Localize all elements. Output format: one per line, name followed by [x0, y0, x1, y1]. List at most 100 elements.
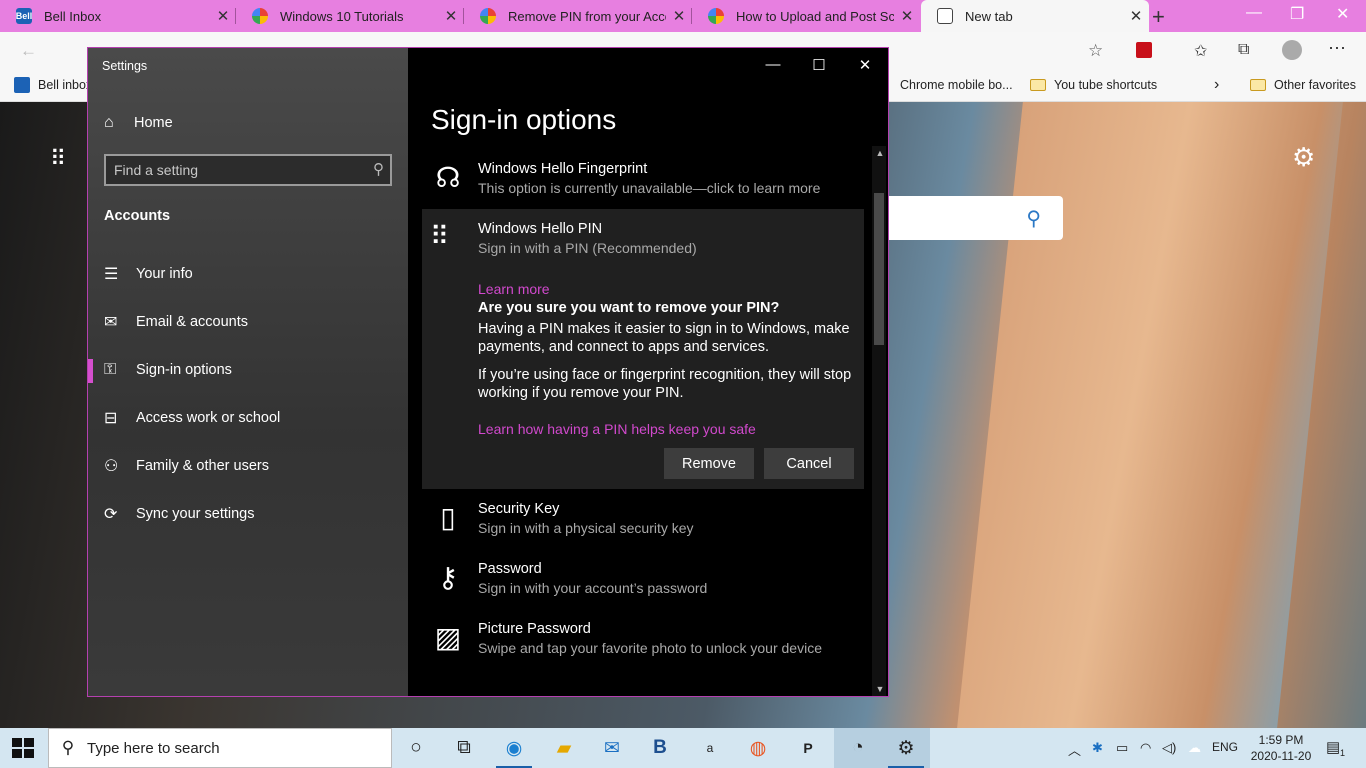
- settings-app-icon[interactable]: ⚙: [882, 728, 930, 768]
- key-icon: ⚷: [437, 562, 459, 593]
- home-icon: ⌂: [104, 114, 114, 131]
- close-icon[interactable]: ✕: [850, 56, 880, 74]
- page-title: Sign-in options: [431, 104, 617, 135]
- apps-grid-icon[interactable]: ⠿: [50, 146, 66, 172]
- nav-item-access-work-school[interactable]: ⊟ Access work or school: [88, 398, 408, 438]
- wifi-icon[interactable]: ◠: [1140, 740, 1151, 756]
- taskbar-search-box[interactable]: ⚲ Type here to search: [48, 728, 392, 768]
- tab-new-tab[interactable]: New tab ✕: [921, 0, 1149, 32]
- nav-item-email-accounts[interactable]: ✉ Email & accounts: [88, 302, 408, 342]
- bell-icon: [14, 77, 30, 93]
- option-name: Windows Hello Fingerprint: [478, 161, 648, 177]
- collections-icon[interactable]: ⧉: [1238, 41, 1249, 59]
- mail-icon: ✉: [104, 314, 118, 331]
- edge-browser-icon[interactable]: ◉: [490, 728, 538, 768]
- settings-sidebar: Settings ⌂ Home ⚲ Accounts ☰ Your info ✉…: [88, 48, 408, 696]
- option-name: Picture Password: [478, 621, 591, 637]
- volume-icon[interactable]: ◁): [1162, 740, 1176, 756]
- tab-label: New tab: [965, 8, 1013, 24]
- speedtest-icon[interactable]: ◔: [834, 728, 882, 768]
- chevron-right-icon[interactable]: ›: [1214, 70, 1219, 100]
- bell-icon: Bell: [16, 8, 32, 24]
- clock-date: 2020-11-20: [1250, 749, 1312, 763]
- gear-icon[interactable]: ⚙: [1292, 142, 1315, 173]
- favorites-icon[interactable]: ✩: [1194, 41, 1207, 61]
- app-p-icon[interactable]: P: [784, 728, 832, 768]
- fav-chrome-mobile[interactable]: Chrome mobile bo...: [900, 70, 1013, 100]
- pin-safety-link[interactable]: Learn how having a PIN helps keep you sa…: [478, 421, 756, 437]
- tab-windows10-tutorials[interactable]: Windows 10 Tutorials ✕: [236, 0, 464, 32]
- search-icon: ⚲: [1026, 208, 1041, 230]
- back-icon[interactable]: ←: [20, 41, 37, 61]
- battery-icon[interactable]: ▭: [1116, 740, 1128, 756]
- pin-info-text: Having a PIN makes it easier to sign in …: [478, 321, 850, 355]
- taskbar: ⚲ Type here to search ○ ⧉ ◉ ▰ ✉ B a ◍ P …: [0, 728, 1366, 768]
- task-view-icon[interactable]: ⧉: [440, 728, 488, 768]
- close-icon[interactable]: ✕: [1123, 7, 1149, 25]
- close-icon[interactable]: ✕: [210, 7, 236, 25]
- minimize-icon[interactable]: —: [758, 56, 788, 73]
- fav-youtube-shortcuts[interactable]: You tube shortcuts: [1030, 70, 1157, 100]
- option-pin-expanded: ⠿ Windows Hello PIN Sign in with a PIN (…: [422, 209, 864, 489]
- bluetooth-icon[interactable]: ✱: [1092, 740, 1103, 756]
- restore-icon[interactable]: ❐: [1290, 4, 1304, 24]
- option-security-key[interactable]: ▯ Security Key Sign in with a physical s…: [422, 501, 864, 545]
- pdf-extension-icon[interactable]: [1136, 42, 1152, 58]
- option-name: Password: [478, 561, 542, 577]
- flower-icon: [708, 8, 724, 24]
- nav-item-your-info[interactable]: ☰ Your info: [88, 254, 408, 294]
- windows-start-icon[interactable]: [12, 738, 34, 758]
- tab-remove-pin[interactable]: Remove PIN from your Account ✕: [464, 0, 692, 32]
- person-card-icon: ☰: [104, 266, 119, 283]
- close-icon[interactable]: ✕: [894, 7, 920, 25]
- star-icon[interactable]: ☆: [1088, 41, 1103, 61]
- profile-avatar[interactable]: [1282, 40, 1302, 60]
- remove-button[interactable]: Remove: [664, 448, 754, 479]
- minimize-icon[interactable]: —: [1246, 4, 1262, 22]
- new-tab-plus-icon[interactable]: +: [1152, 4, 1165, 30]
- home-link[interactable]: ⌂ Home: [104, 112, 173, 134]
- nav-item-sync-settings[interactable]: ⟳ Sync your settings: [88, 494, 408, 534]
- onedrive-icon[interactable]: ☁: [1188, 740, 1201, 756]
- fav-label: Chrome mobile bo...: [900, 78, 1013, 92]
- tab-upload-screenshots[interactable]: How to Upload and Post Screenshots ✕: [692, 0, 920, 32]
- scroll-down-icon[interactable]: ▼: [874, 684, 886, 694]
- close-window-icon[interactable]: ✕: [1336, 4, 1349, 24]
- new-tab-search-box[interactable]: ⚲: [880, 196, 1063, 240]
- more-icon[interactable]: ⋯: [1328, 38, 1346, 59]
- scroll-up-icon[interactable]: ▲: [874, 148, 886, 158]
- cancel-button[interactable]: Cancel: [764, 448, 854, 479]
- learn-more-link[interactable]: Learn more: [478, 281, 550, 297]
- option-password[interactable]: ⚷ Password Sign in with your account’s p…: [422, 561, 864, 605]
- option-desc: Sign in with a physical security key: [478, 520, 694, 536]
- tab-bell-inbox[interactable]: Bell Bell Inbox ✕: [0, 0, 236, 32]
- option-fingerprint[interactable]: ☊ Windows Hello Fingerprint This option …: [422, 161, 864, 205]
- fav-label: Bell inbox: [38, 78, 93, 92]
- search-input[interactable]: [114, 161, 354, 179]
- keypad-icon: ⠿: [430, 221, 450, 251]
- chevron-up-icon[interactable]: ︿: [1068, 740, 1081, 759]
- fav-bell-inbox[interactable]: Bell inbox: [14, 70, 92, 100]
- browser-tab-bar: Bell Bell Inbox ✕ Windows 10 Tutorials ✕…: [0, 0, 1366, 32]
- home-label: Home: [134, 115, 173, 131]
- cortana-icon[interactable]: ○: [392, 728, 440, 768]
- nav-item-sign-in-options[interactable]: ⚿ Sign-in options: [88, 350, 408, 390]
- nav-label: Sync your settings: [136, 506, 255, 522]
- amazon-icon[interactable]: a: [686, 728, 734, 768]
- ubuntu-icon[interactable]: ◍: [734, 728, 782, 768]
- fav-other-favorites[interactable]: Other favorites: [1250, 70, 1356, 100]
- scrollbar-thumb[interactable]: [874, 193, 884, 345]
- close-icon[interactable]: ✕: [666, 7, 692, 25]
- option-picture-password[interactable]: ▨ Picture Password Swipe and tap your fa…: [422, 621, 864, 665]
- language-indicator[interactable]: ENG: [1212, 740, 1238, 754]
- maximize-icon[interactable]: ☐: [804, 56, 834, 74]
- close-icon[interactable]: ✕: [438, 7, 464, 25]
- notification-icon[interactable]: ▤: [1326, 738, 1340, 756]
- file-explorer-icon[interactable]: ▰: [540, 728, 588, 768]
- clock[interactable]: 1:59 PM 2020-11-20: [1246, 732, 1316, 764]
- mail-app-icon[interactable]: ✉: [588, 728, 636, 768]
- search-icon: ⚲: [373, 161, 384, 178]
- nav-item-family-users[interactable]: ⚇ Family & other users: [88, 446, 408, 486]
- fav-label: Other favorites: [1274, 78, 1356, 92]
- bookmark-app-icon[interactable]: B: [636, 728, 684, 768]
